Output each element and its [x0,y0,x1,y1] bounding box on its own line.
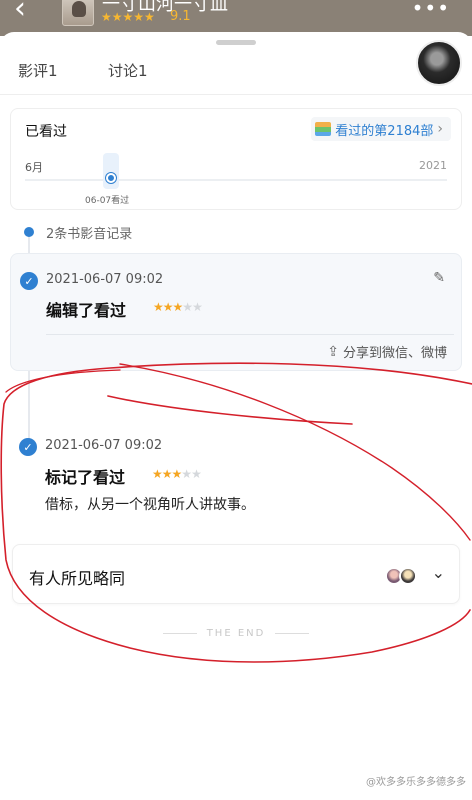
star-empty-icon: ★ [192,300,203,314]
records-dot-icon [24,227,34,237]
share-label: 分享到微信、微博 [342,346,447,361]
star-filled-icon: ★ [162,300,174,314]
edit-pencil-icon[interactable]: ✎ [433,270,445,286]
watched-label: 已看过 [25,124,67,140]
timeline-marker-highlight [103,153,119,189]
star-filled-icon: ★ [171,467,183,481]
tab-discussions[interactable]: 讨论1 [108,60,148,81]
record-datetime: 2021-06-07 09:02 [45,438,163,453]
check-icon: ✓ [20,272,38,290]
share-icon: ⇪ [327,343,339,360]
record-comment: 借标，从另一个视角听人讲故事。 [45,497,255,513]
share-button[interactable]: ⇪ 分享到微信、微博 [327,342,447,362]
timeline-track [25,179,447,181]
user-avatar-small [399,567,417,585]
user-avatar[interactable] [416,40,462,86]
sheet-drag-handle[interactable] [216,40,256,45]
timeline-marker-label: 06-07看过 [85,196,130,206]
watched-count-link[interactable]: 看过的第2184部 › [311,117,451,141]
watched-status-card: 已看过 看过的第2184部 › 6月 2021 06-07看过 [10,108,462,210]
record-card: ✓ 2021-06-07 09:02 编辑了看过 ★★★★★ ✎ ⇪ 分享到微信… [10,253,462,371]
star-filled-icon: ★ [161,467,173,481]
movie-poster-thumbnail[interactable] [62,0,94,26]
tabs-divider [0,94,472,95]
record-datetime: 2021-06-07 09:02 [46,272,164,287]
record-divider [46,334,454,335]
watermark: @欢多多乐多多德多多 [366,777,466,788]
star-empty-icon: ★ [181,467,192,481]
bottom-sheet: 影评1 讨论1 已看过 看过的第2184部 › 6月 2021 06-07看过 … [0,32,472,800]
the-end-divider: THE END [0,628,472,639]
watched-count-text: 看过的第2184部 [335,123,434,139]
chevron-right-icon: › [437,121,443,137]
more-options-icon[interactable]: ••• [412,0,450,18]
star-empty-icon: ★ [191,467,202,481]
rating-score: 9.1 [170,9,191,24]
record-action: 编辑了看过 [46,301,127,320]
same-view-card[interactable]: 有人所见略同 ⌄ [12,544,460,604]
tab-reviews[interactable]: 影评1 [18,60,58,81]
chevron-down-icon[interactable]: ⌄ [432,563,445,582]
record-rating-stars: ★★★★★ [153,300,203,314]
records-count-label: 2条书影音记录 [46,227,133,242]
same-view-label: 有人所见略同 [29,569,126,588]
timeline-start-label: 6月 [25,161,43,174]
back-arrow-icon[interactable]: ‹ [14,0,38,26]
box-icon [315,122,332,136]
record-item: ✓ 2021-06-07 09:02 标记了看过 ★★★★★ 借标，从另一个视角… [10,430,462,530]
record-rating-stars: ★★★★★ [152,467,202,481]
star-filled-icon: ★ [152,467,163,481]
top-bar: ‹ 一寸山河一寸血 ★★★★★ 9.1 ••• [0,0,472,36]
check-icon: ✓ [19,438,37,456]
timeline-end-label: 2021 [419,159,447,172]
star-filled-icon: ★ [153,300,164,314]
star-empty-icon: ★ [182,300,193,314]
record-action: 标记了看过 [45,468,126,487]
rating-stars: ★★★★★ [101,10,155,24]
star-filled-icon: ★ [172,300,184,314]
timeline-marker-dot[interactable] [106,173,116,183]
